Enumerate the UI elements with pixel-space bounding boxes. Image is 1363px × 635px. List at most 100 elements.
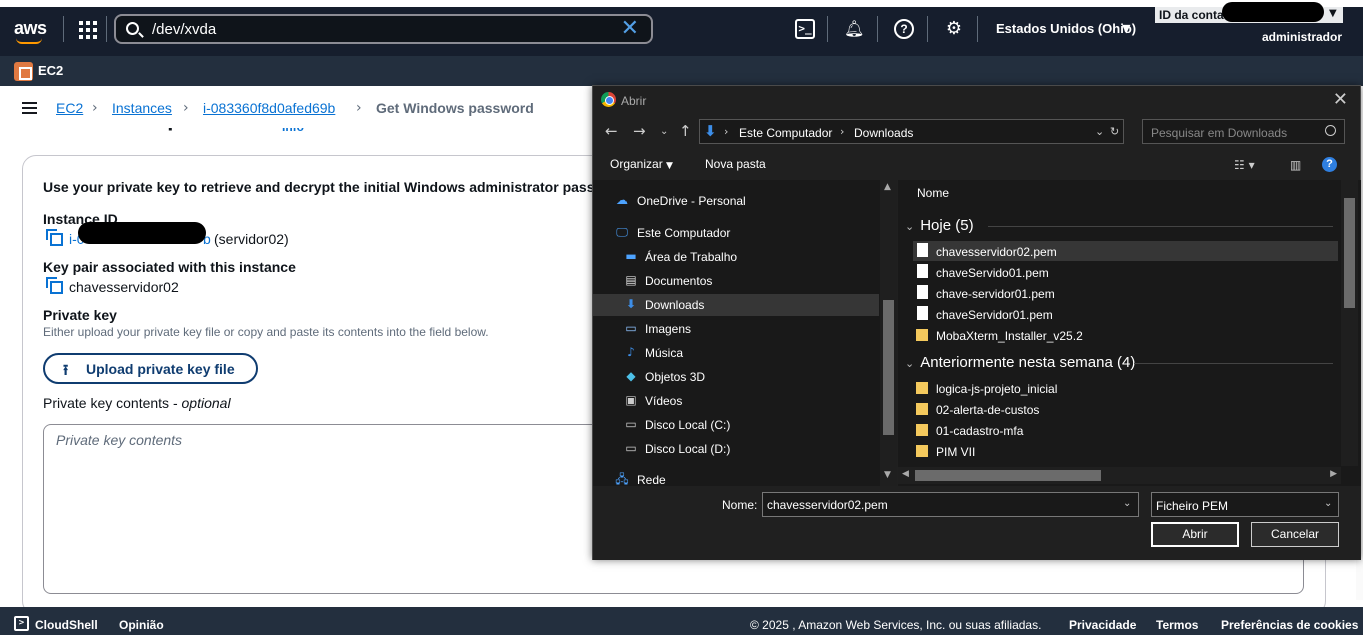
refresh-icon[interactable]: ↻	[1110, 125, 1119, 138]
gear-icon[interactable]: ⚙	[944, 19, 964, 39]
path-segment-downloads[interactable]: Downloads	[854, 126, 913, 140]
contents-label: Private key contents - optional	[43, 395, 231, 411]
aws-logo[interactable]: aws	[14, 18, 47, 44]
nav-item-network[interactable]: 🖧︎ Rede	[593, 469, 879, 486]
folder-item[interactable]: logica-js-projeto_inicial	[913, 378, 1338, 398]
open-button[interactable]: Abrir	[1151, 522, 1239, 547]
breadcrumb-ec2[interactable]: EC2	[56, 100, 83, 116]
chevron-right-icon: ›	[840, 125, 845, 138]
file-item[interactable]: chave-servidor01.pem	[913, 283, 1338, 303]
global-search[interactable]: ✕	[114, 14, 653, 44]
computer-icon: 🖵︎	[616, 225, 628, 239]
scroll-up-icon[interactable]: ▲	[884, 182, 891, 192]
footer-terms[interactable]: Termos	[1156, 618, 1198, 632]
footer-privacy[interactable]: Privacidade	[1069, 618, 1136, 632]
organize-button[interactable]: Organizar ▼	[610, 157, 673, 171]
nav-scrollbar[interactable]: ▲ ▼	[880, 180, 897, 486]
search-icon	[1325, 125, 1336, 136]
footer-feedback[interactable]: Opinião	[119, 618, 164, 632]
scroll-right-icon[interactable]: ▶	[1330, 469, 1337, 479]
nav-item-documents[interactable]: ▤ Documentos	[593, 270, 879, 292]
cloudshell-icon[interactable]: >	[14, 616, 29, 631]
help-icon[interactable]: ?	[1322, 157, 1337, 172]
ec2-icon[interactable]	[14, 62, 33, 81]
search-input[interactable]	[152, 19, 612, 39]
path-segment-computer[interactable]: Este Computador	[739, 126, 832, 140]
upload-private-key-button[interactable]: ⭱ Upload private key file	[43, 353, 258, 384]
browser-strip	[0, 0, 1363, 7]
folder-icon	[916, 403, 928, 415]
cloud-icon: ☁	[616, 193, 628, 207]
folder-item[interactable]: 01-cadastro-mfa	[913, 420, 1338, 440]
folder-item[interactable]: PIM VII	[913, 441, 1338, 461]
scroll-thumb[interactable]	[883, 300, 894, 435]
cancel-button[interactable]: Cancelar	[1251, 522, 1339, 547]
nav-item-videos[interactable]: ▣ Vídeos	[593, 390, 879, 412]
folder-item[interactable]: 02-alerta-de-custos	[913, 399, 1338, 419]
nav-item-3d-objects[interactable]: ◆ Objetos 3D	[593, 366, 879, 388]
close-icon[interactable]: ✕	[1333, 89, 1348, 110]
file-name-field[interactable]: ⌄	[762, 492, 1139, 517]
nav-item-onedrive[interactable]: ☁ OneDrive - Personal	[593, 190, 879, 212]
nav-item-desktop[interactable]: ▬ Área de Trabalho	[593, 246, 879, 268]
nav-item-computer[interactable]: 🖵︎ Este Computador	[593, 222, 879, 244]
file-name: 01-cadastro-mfa	[936, 424, 1024, 438]
keypair-value: chavesservidor02	[69, 279, 179, 295]
footer-cloudshell[interactable]: CloudShell	[35, 618, 98, 632]
copy-icon[interactable]	[46, 229, 63, 246]
folder-item[interactable]: MobaXterm_Installer_v25.2	[913, 325, 1338, 345]
chevron-down-icon[interactable]: ⌄	[1123, 498, 1131, 509]
footer-cookies[interactable]: Preferências de cookies	[1221, 618, 1358, 632]
divider	[1134, 363, 1333, 364]
scroll-thumb[interactable]	[1344, 198, 1355, 308]
chevron-right-icon: ›	[724, 125, 729, 138]
file-item[interactable]: chavesservidor02.pem	[913, 241, 1338, 261]
dialog-search[interactable]: Pesquisar em Downloads	[1142, 119, 1345, 144]
back-arrow-icon[interactable]: ←	[605, 122, 618, 140]
breadcrumb-instances[interactable]: Instances	[112, 100, 172, 116]
file-name: MobaXterm_Installer_v25.2	[936, 329, 1083, 343]
scroll-thumb[interactable]	[915, 470, 1101, 481]
preview-pane-icon[interactable]: ▥	[1290, 158, 1301, 172]
service-label[interactable]: EC2	[38, 63, 63, 78]
user-name[interactable]: administrador	[1262, 30, 1342, 44]
up-arrow-icon[interactable]: ↑	[679, 122, 692, 140]
horizontal-scrollbar[interactable]: ◀ ▶	[898, 467, 1341, 484]
search-icon	[126, 22, 139, 35]
nav-item-disk-c[interactable]: ▭ Disco Local (C:)	[593, 414, 879, 436]
nav-item-music[interactable]: ♪ Música	[593, 342, 879, 364]
chevron-down-icon[interactable]: ⌄	[1095, 125, 1104, 138]
forward-arrow-icon[interactable]: →	[633, 122, 646, 140]
group-earlier-this-week[interactable]: ⌄ Anteriormente nesta semana (4)	[905, 354, 1135, 371]
nav-item-label: Rede	[637, 473, 666, 486]
chevron-down-icon[interactable]: ▼	[1329, 8, 1337, 19]
chevron-down-icon[interactable]: ▼	[1122, 22, 1130, 35]
file-name: chaveServidor01.pem	[936, 308, 1053, 322]
nav-item-images[interactable]: ▭ Imagens	[593, 318, 879, 340]
address-bar[interactable]: ⬇ › Este Computador › Downloads ⌄ ↻	[699, 119, 1124, 144]
group-today[interactable]: ⌄ Hoje (5)	[905, 217, 974, 234]
file-item[interactable]: chaveServido01.pem	[913, 262, 1338, 282]
cloudshell-icon[interactable]: >_	[795, 19, 815, 39]
file-type-select[interactable]: Ficheiro PEM ⌄	[1151, 492, 1339, 517]
scroll-left-icon[interactable]: ◀	[902, 469, 909, 479]
close-icon[interactable]: ✕	[621, 18, 639, 40]
region-selector[interactable]: Estados Unidos (Ohio)	[996, 21, 1136, 36]
nav-item-disk-d[interactable]: ▭ Disco Local (D:)	[593, 438, 879, 460]
column-header-name[interactable]: Nome	[917, 186, 949, 200]
scroll-down-icon[interactable]: ▼	[884, 470, 891, 480]
copy-icon[interactable]	[46, 277, 63, 294]
file-name-input[interactable]	[767, 498, 1117, 512]
nav-item-downloads[interactable]: ⬇ Downloads	[593, 294, 879, 316]
textarea-placeholder: Private key contents	[56, 432, 183, 448]
grid-icon[interactable]	[79, 21, 97, 39]
menu-icon[interactable]	[22, 102, 37, 114]
file-item[interactable]: chaveServidor01.pem	[913, 304, 1338, 324]
breadcrumb-instance-id[interactable]: i-083360f8d0afed69b	[203, 100, 335, 116]
bell-icon[interactable]: 🔔︎	[844, 19, 864, 39]
help-icon[interactable]: ?	[894, 19, 914, 39]
view-options-icon[interactable]: ☷ ▾	[1234, 158, 1255, 172]
file-scrollbar[interactable]	[1341, 180, 1358, 466]
new-folder-button[interactable]: Nova pasta	[705, 157, 766, 171]
chevron-down-icon[interactable]: ⌄	[660, 126, 668, 137]
